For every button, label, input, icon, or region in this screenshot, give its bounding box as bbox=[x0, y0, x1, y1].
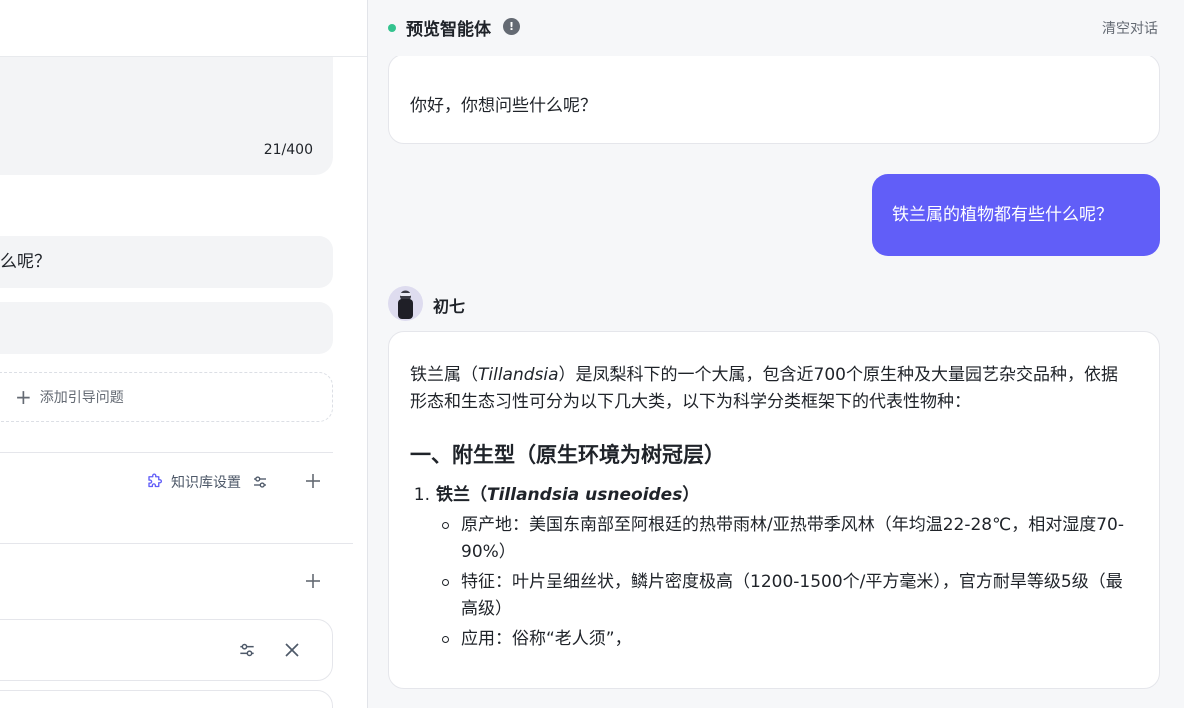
species-title-text: ） bbox=[682, 485, 700, 505]
chat-title: 预览智能体 bbox=[406, 20, 491, 40]
close-icon[interactable] bbox=[283, 641, 301, 659]
sliders-icon[interactable] bbox=[237, 640, 257, 660]
list-item: 1. 铁兰（Tillandsia usneoides） bbox=[410, 482, 1129, 509]
plus-icon: + bbox=[15, 385, 32, 409]
knowledge-base-settings-label: 知识库设置 bbox=[171, 475, 241, 491]
preset-question-2[interactable] bbox=[0, 302, 333, 354]
greeting-text: 你好，你想问些什么呢？ bbox=[410, 96, 597, 116]
chat-header: 预览智能体 ! 清空对话 bbox=[368, 0, 1184, 56]
list-item: 应用：俗称“老人须”， bbox=[436, 626, 1129, 653]
agent-config-panel: 21/400 么呢？ + 添加引导问题 知识库设置 bbox=[0, 0, 367, 708]
info-icon[interactable]: ! bbox=[503, 18, 520, 35]
chat-preview-panel: 预览智能体 ! 清空对话 你好，你想问些什么呢？ 铁兰属的植物都有些什么呢？ 初… bbox=[368, 0, 1184, 708]
prompt-textarea[interactable]: 21/400 bbox=[0, 57, 333, 175]
clear-chat-button[interactable]: 清空对话 bbox=[1102, 18, 1158, 38]
prompt-char-count: 21/400 bbox=[263, 142, 313, 158]
answer-ordered-list: 1. 铁兰（Tillandsia usneoides） 原产地：美国东南部至阿根… bbox=[410, 482, 1129, 653]
answer-heading: 一、附生型（原生环境为树冠层） bbox=[410, 443, 725, 467]
config-header bbox=[0, 0, 367, 57]
species-detail-list: 原产地：美国东南部至阿根廷的热带雨林/亚热带季风林（年均温22-28℃，相对湿度… bbox=[436, 512, 1129, 653]
user-message-text: 铁兰属的植物都有些什么呢？ bbox=[892, 205, 1113, 225]
answer-intro: 铁兰属（Tillandsia）是凤梨科下的一个大属，包含近700个原生种及大量园… bbox=[410, 362, 1129, 416]
user-message: 铁兰属的植物都有些什么呢？ bbox=[872, 174, 1160, 256]
status-dot bbox=[388, 24, 396, 32]
section-divider bbox=[0, 543, 353, 544]
add-knowledge-base-icon[interactable] bbox=[302, 470, 324, 492]
bot-avatar bbox=[388, 286, 423, 321]
species-title: 铁兰（Tillandsia usneoides） bbox=[436, 482, 699, 509]
puzzle-icon bbox=[148, 473, 162, 488]
section-divider bbox=[0, 452, 333, 453]
species-title-text: 铁兰（ bbox=[436, 485, 487, 505]
add-question-button[interactable]: + 添加引导问题 bbox=[0, 372, 333, 422]
preset-question-1[interactable]: 么呢？ bbox=[0, 236, 333, 288]
intro-text: 铁兰属（ bbox=[410, 365, 478, 385]
add-item-icon[interactable] bbox=[302, 570, 324, 592]
sliders-icon bbox=[254, 476, 266, 488]
species-latin-name: Tillandsia usneoides bbox=[487, 485, 683, 505]
knowledge-base-row: 知识库设置 bbox=[0, 466, 333, 500]
bot-answer-message: 铁兰属（Tillandsia）是凤梨科下的一个大属，包含近700个原生种及大量园… bbox=[388, 331, 1160, 689]
genus-name: Tillandsia bbox=[478, 365, 559, 385]
list-item: 特征：叶片呈细丝状，鳞片密度极高（1200-1500个/平方毫米），官方耐旱等级… bbox=[436, 569, 1129, 623]
list-item: 原产地：美国东南部至阿根廷的热带雨林/亚热带季风林（年均温22-28℃，相对湿度… bbox=[436, 512, 1129, 566]
config-item-card[interactable] bbox=[0, 690, 333, 708]
knowledge-base-settings-button[interactable]: 知识库设置 bbox=[146, 472, 269, 492]
bot-greeting-message: 你好，你想问些什么呢？ bbox=[388, 54, 1160, 144]
list-number: 1. bbox=[413, 485, 430, 505]
avatar-figure-icon bbox=[388, 286, 423, 321]
add-question-label: 添加引导问题 bbox=[39, 390, 124, 406]
bot-name: 初七 bbox=[433, 297, 466, 316]
config-item-card[interactable] bbox=[0, 619, 333, 681]
